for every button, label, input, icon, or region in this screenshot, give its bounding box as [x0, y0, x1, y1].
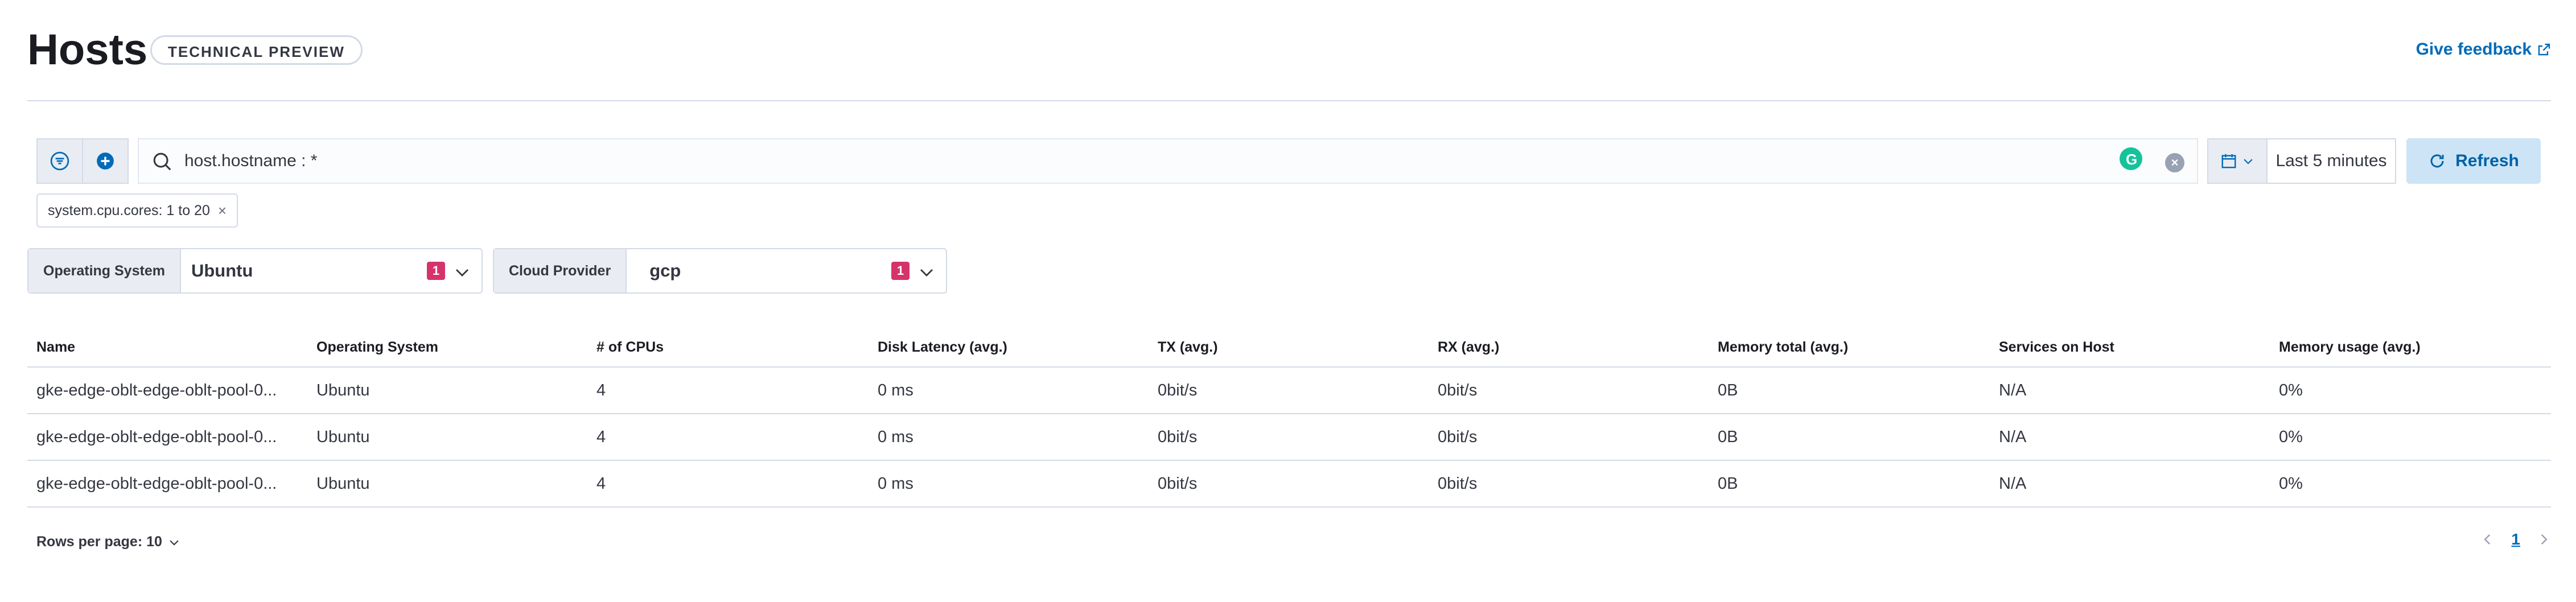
header-divider	[27, 100, 2551, 101]
column-header-rx[interactable]: RX (avg.)	[1438, 335, 1499, 360]
column-header-disk-latency[interactable]: Disk Latency (avg.)	[878, 335, 1007, 360]
page-title: Hosts	[27, 26, 148, 74]
query-menu-group	[36, 138, 129, 184]
plus-circle-icon	[97, 152, 114, 170]
cell-tx: 0bit/s	[1158, 381, 1198, 399]
give-feedback-link[interactable]: Give feedback	[2416, 40, 2551, 59]
pagination: 1	[2480, 530, 2551, 549]
cell-memory-total: 0B	[1718, 428, 1738, 446]
cell-rx: 0bit/s	[1438, 428, 1478, 446]
column-header-cpus[interactable]: # of CPUs	[596, 335, 664, 360]
column-header-memory-usage[interactable]: Memory usage (avg.)	[2279, 335, 2421, 360]
cloud-provider-control[interactable]: Cloud Provider gcp 1	[493, 248, 947, 294]
column-header-memory-total[interactable]: Memory total (avg.)	[1718, 335, 1848, 360]
cell-cpus: 4	[596, 475, 606, 493]
cell-rx: 0bit/s	[1438, 381, 1478, 399]
chevron-down-icon	[2244, 159, 2253, 164]
calendar-icon	[2221, 154, 2236, 168]
clear-search-icon[interactable]: ×	[2165, 153, 2184, 172]
give-feedback-label: Give feedback	[2415, 40, 2532, 59]
filter-menu-icon	[50, 151, 69, 171]
cell-memory-total: 0B	[1718, 475, 1738, 493]
cell-os: Ubuntu	[316, 475, 370, 493]
previous-page-icon[interactable]	[2480, 532, 2495, 547]
refresh-icon	[2430, 154, 2444, 168]
quick-select-button[interactable]	[2208, 139, 2268, 183]
cloud-provider-label: Cloud Provider	[494, 249, 627, 292]
cell-cpus: 4	[596, 381, 606, 399]
cell-services: N/A	[1999, 475, 2027, 493]
cell-cpus: 4	[596, 428, 606, 446]
os-control[interactable]: Operating System Ubuntu 1	[27, 248, 483, 294]
host-name-link[interactable]: gke-edge-oblt-edge-oblt-pool-0...	[36, 368, 304, 413]
date-range-display[interactable]: Last 5 minutes	[2268, 139, 2395, 183]
cell-disk-latency: 0 ms	[878, 475, 913, 493]
cell-rx: 0bit/s	[1438, 475, 1478, 493]
filter-pill-label: system.cpu.cores: 1 to 20	[48, 202, 210, 218]
column-header-tx[interactable]: TX (avg.)	[1158, 335, 1218, 360]
add-filter-button[interactable]	[82, 139, 127, 183]
host-name-link[interactable]: gke-edge-oblt-edge-oblt-pool-0...	[36, 414, 304, 460]
filter-pill[interactable]: system.cpu.cores: 1 to 20 ×	[36, 193, 238, 228]
remove-filter-icon[interactable]: ×	[218, 202, 227, 220]
cell-os: Ubuntu	[316, 428, 370, 446]
refresh-button[interactable]: Refresh	[2406, 138, 2541, 184]
chevron-down-icon	[170, 539, 179, 546]
table-row: gke-edge-oblt-edge-oblt-pool-0... Ubuntu…	[27, 414, 2551, 461]
cell-memory-usage: 0%	[2279, 381, 2303, 399]
cell-memory-usage: 0%	[2279, 475, 2303, 493]
column-header-name[interactable]: Name	[36, 335, 304, 360]
cell-os: Ubuntu	[316, 381, 370, 399]
cell-tx: 0bit/s	[1158, 475, 1198, 493]
host-name-link[interactable]: gke-edge-oblt-edge-oblt-pool-0...	[36, 461, 304, 506]
page-number-link[interactable]: 1	[2511, 530, 2520, 549]
table-header: Name Operating System # of CPUs Disk Lat…	[27, 335, 2551, 368]
search-icon	[153, 152, 171, 171]
cell-memory-usage: 0%	[2279, 428, 2303, 446]
cell-services: N/A	[1999, 381, 2027, 399]
cell-tx: 0bit/s	[1158, 428, 1198, 446]
os-selection-count: 1	[427, 262, 445, 280]
grammarly-icon[interactable]: G	[2120, 147, 2142, 170]
chevron-down-icon	[456, 269, 468, 277]
saved-query-button[interactable]	[38, 139, 82, 183]
date-picker: Last 5 minutes	[2207, 138, 2396, 184]
hosts-page: Hosts TECHNICAL PREVIEW Give feedback ho…	[0, 0, 2576, 602]
search-input[interactable]: host.hostname : * G ×	[138, 138, 2198, 184]
column-header-services[interactable]: Services on Host	[1999, 335, 2114, 360]
os-control-label: Operating System	[28, 249, 181, 292]
cell-services: N/A	[1999, 428, 2027, 446]
refresh-label: Refresh	[2455, 151, 2519, 170]
table-row: gke-edge-oblt-edge-oblt-pool-0... Ubuntu…	[27, 368, 2551, 414]
external-link-icon	[2538, 43, 2550, 56]
technical-preview-badge: TECHNICAL PREVIEW	[150, 35, 363, 65]
column-header-os[interactable]: Operating System	[316, 335, 438, 360]
cell-disk-latency: 0 ms	[878, 428, 913, 446]
table-row: gke-edge-oblt-edge-oblt-pool-0... Ubuntu…	[27, 461, 2551, 508]
rows-per-page-button[interactable]: Rows per page: 10	[36, 534, 180, 550]
cell-disk-latency: 0 ms	[878, 381, 913, 399]
chevron-down-icon	[920, 269, 933, 277]
rows-per-page-label: Rows per page: 10	[36, 534, 162, 550]
search-query-text: host.hostname : *	[184, 151, 318, 170]
cloud-provider-selection-count: 1	[891, 262, 910, 280]
next-page-icon[interactable]	[2536, 532, 2551, 547]
cell-memory-total: 0B	[1718, 381, 1738, 399]
